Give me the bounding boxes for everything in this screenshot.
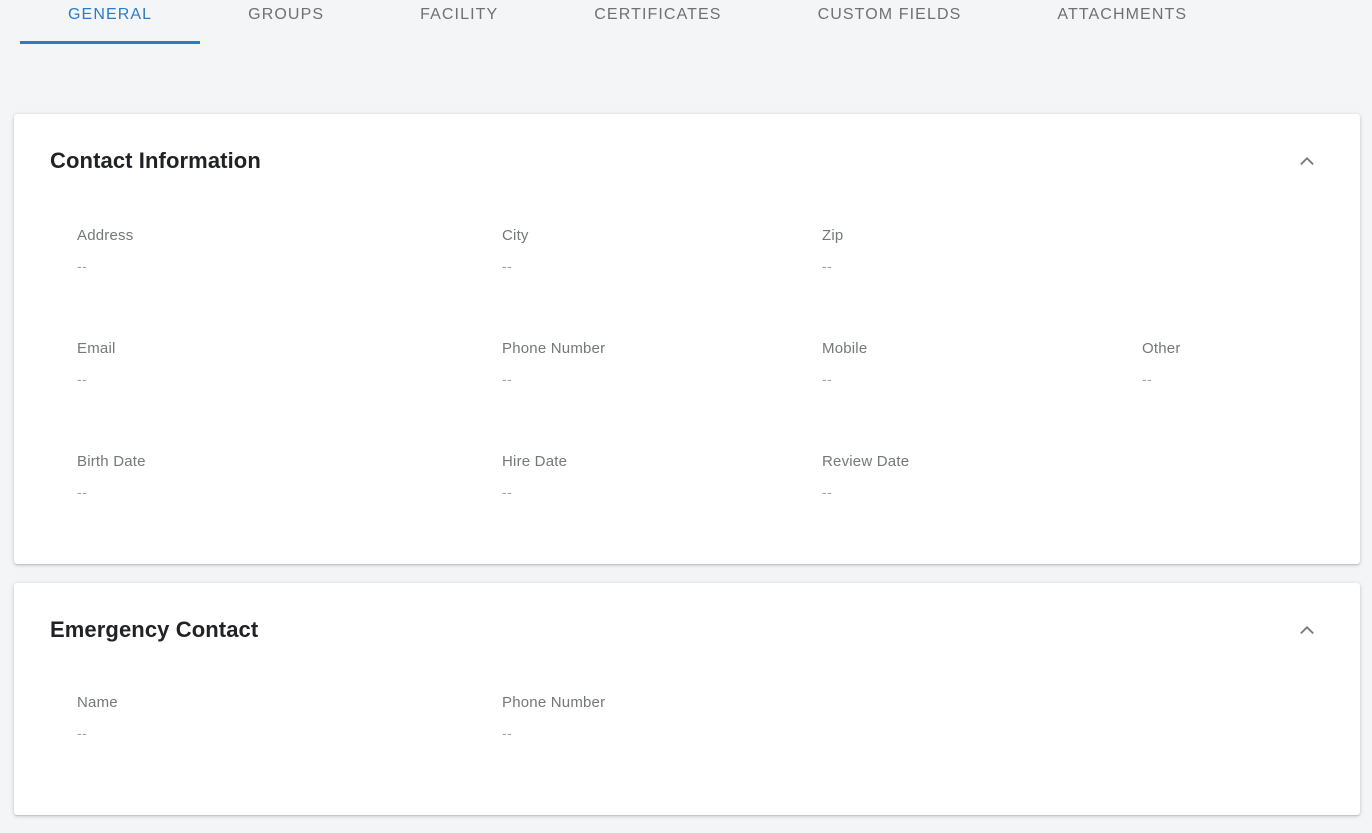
tab-bar: GENERAL GROUPS FACILITY CERTIFICATES CUS… xyxy=(0,0,1372,44)
field-value: -- xyxy=(822,258,833,274)
field-label: Mobile xyxy=(822,340,868,357)
chevron-up-icon xyxy=(1296,619,1318,641)
field-label: Hire Date xyxy=(502,453,568,470)
field-review-date: Review Date -- xyxy=(822,452,1142,502)
emergency-contact-header: Emergency Contact xyxy=(14,583,1360,645)
field-row: Address -- City -- Zip -- xyxy=(77,226,1336,276)
field-name: Name -- xyxy=(77,693,502,743)
field-value: -- xyxy=(502,371,513,387)
collapse-section-button[interactable] xyxy=(1294,617,1320,643)
tab-facility[interactable]: FACILITY xyxy=(372,0,546,44)
field-row: Birth Date -- Hire Date -- Review Date -… xyxy=(77,452,1336,502)
field-empty xyxy=(1142,226,1336,276)
contact-information-fields: Address -- City -- Zip -- Email -- Phone… xyxy=(14,176,1360,564)
field-email: Email -- xyxy=(77,339,502,389)
field-city: City -- xyxy=(502,226,822,276)
field-phone-number: Phone Number -- xyxy=(502,693,822,743)
field-label: Phone Number xyxy=(502,340,606,357)
field-empty xyxy=(1142,452,1336,502)
field-hire-date: Hire Date -- xyxy=(502,452,822,502)
field-label: Email xyxy=(77,340,116,357)
field-value: -- xyxy=(1142,371,1153,387)
field-birth-date: Birth Date -- xyxy=(77,452,502,502)
field-value: -- xyxy=(502,484,513,500)
contact-information-header: Contact Information xyxy=(14,114,1360,176)
contact-information-card: Contact Information Address -- City -- Z… xyxy=(14,114,1360,564)
tab-groups[interactable]: GROUPS xyxy=(200,0,372,44)
emergency-contact-card: Emergency Contact Name -- Phone Number -… xyxy=(14,583,1360,815)
field-row: Name -- Phone Number -- xyxy=(77,693,1336,743)
field-value: -- xyxy=(77,371,88,387)
field-value: -- xyxy=(822,484,833,500)
field-value: -- xyxy=(822,371,833,387)
emergency-contact-fields: Name -- Phone Number -- xyxy=(14,645,1360,815)
tab-certificates[interactable]: CERTIFICATES xyxy=(546,0,769,44)
field-label: Other xyxy=(1142,340,1181,357)
field-value: -- xyxy=(77,484,88,500)
field-other: Other -- xyxy=(1142,339,1336,389)
field-label: Birth Date xyxy=(77,453,146,470)
field-value: -- xyxy=(502,725,513,741)
chevron-up-icon xyxy=(1296,150,1318,172)
field-label: Phone Number xyxy=(502,694,606,711)
card-title: Emergency Contact xyxy=(50,617,259,642)
field-address: Address -- xyxy=(77,226,502,276)
field-zip: Zip -- xyxy=(822,226,1142,276)
collapse-section-button[interactable] xyxy=(1294,148,1320,174)
field-mobile: Mobile -- xyxy=(822,339,1142,389)
tab-general[interactable]: GENERAL xyxy=(20,0,201,44)
field-row: Email -- Phone Number -- Mobile -- Other… xyxy=(77,339,1336,389)
field-label: Name xyxy=(77,694,118,711)
field-label: City xyxy=(502,227,529,244)
field-empty xyxy=(1142,693,1336,743)
field-label: Review Date xyxy=(822,453,910,470)
field-value: -- xyxy=(77,725,88,741)
card-title: Contact Information xyxy=(50,148,261,173)
field-phone-number: Phone Number -- xyxy=(502,339,822,389)
field-label: Address xyxy=(77,227,134,244)
field-empty xyxy=(822,693,1142,743)
field-label: Zip xyxy=(822,227,844,244)
field-value: -- xyxy=(502,258,513,274)
tab-custom-fields[interactable]: CUSTOM FIELDS xyxy=(770,0,1010,44)
field-value: -- xyxy=(77,258,88,274)
tab-attachments[interactable]: ATTACHMENTS xyxy=(1009,0,1235,44)
